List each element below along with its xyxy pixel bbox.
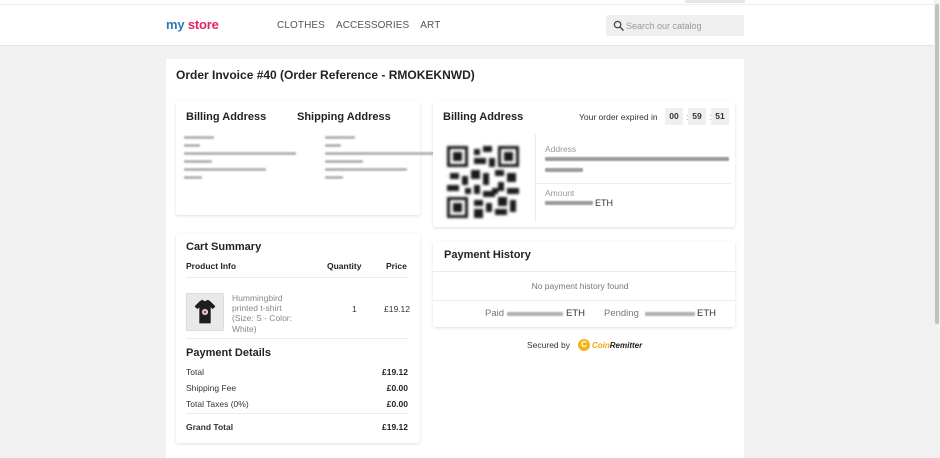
logo-part-store: store [187, 17, 219, 32]
pending-currency: ETH [697, 308, 716, 319]
tshirt-icon [194, 299, 216, 324]
brand-coin: Coin [592, 340, 610, 350]
product-name[interactable]: Hummingbird printed t-shirt (Size: S - C… [232, 293, 302, 334]
store-logo[interactable]: my store [166, 17, 219, 32]
nav-item-accessories[interactable]: ACCESSORIES [336, 20, 409, 31]
col-price: Price [386, 261, 407, 271]
address-card: Billing Address Shipping Address [176, 101, 439, 215]
coinremitter-logo[interactable]: C CoinRemitter [578, 339, 642, 351]
cart-item-divider [186, 338, 408, 339]
search-box [606, 15, 744, 36]
brand-remitter: Remitter [609, 340, 643, 350]
top-strip-tab [685, 0, 745, 3]
paid-currency: ETH [566, 308, 585, 319]
timer-hours: 00 [665, 108, 683, 125]
payment-history-title: Payment History [444, 249, 531, 261]
timer-label: Your order expired in [579, 112, 658, 122]
pending-label: Pending [604, 308, 639, 319]
shipping-address-lines [325, 136, 439, 184]
col-product-info: Product Info [186, 261, 237, 271]
page-scrollbar[interactable] [934, 0, 940, 458]
grand-total-divider [186, 413, 408, 414]
search-input[interactable] [626, 15, 740, 36]
address-label: Address [545, 144, 577, 154]
shipping-address-title: Shipping Address [297, 111, 391, 123]
history-divider-top [433, 271, 735, 272]
nav-item-art[interactable]: ART [420, 20, 440, 31]
billing-address-title: Billing Address [186, 111, 267, 123]
product-quantity: 1 [352, 304, 357, 314]
secured-by-label: Secured by [527, 340, 570, 350]
paid-currency-text: ETH [566, 308, 585, 319]
paid-amount-blurred [507, 312, 563, 316]
payment-card: Billing Address Your order expired in 00… [433, 101, 735, 227]
payment-history-card: Payment History No payment history found… [433, 241, 735, 327]
main-nav: CLOTHES ACCESSORIES ART [277, 20, 440, 31]
total-taxes-label: Total Taxes (0%) [186, 399, 249, 409]
paid-label: Paid [485, 308, 505, 319]
wallet-address-blurred [545, 157, 729, 161]
site-header: my store CLOTHES ACCESSORIES ART [0, 4, 940, 46]
col-quantity: Quantity [327, 261, 362, 271]
product-price: £19.12 [384, 304, 410, 314]
timer-minutes: 59 [688, 108, 706, 125]
payment-billing-title: Billing Address [443, 111, 524, 123]
wallet-address-blurred-2 [545, 168, 583, 172]
product-thumbnail[interactable] [186, 293, 224, 331]
pending-currency-text: ETH [697, 308, 716, 319]
invoice-container: Order Invoice #40 (Order Reference - RMO… [166, 59, 744, 458]
qr-code [447, 146, 519, 218]
coinremitter-icon: C [578, 339, 590, 351]
amount-value-blurred [545, 201, 593, 205]
grand-total-label: Grand Total [186, 422, 234, 432]
total-value: £19.12 [382, 367, 408, 377]
cart-header-divider [186, 277, 408, 278]
total-label: Total [186, 367, 204, 377]
total-taxes-value: £0.00 [386, 399, 408, 409]
payment-divider-vertical [535, 134, 536, 222]
cart-summary-title: Cart Summary [186, 241, 262, 253]
shipping-fee-value: £0.00 [386, 383, 408, 393]
payment-divider-horizontal [535, 183, 731, 184]
invoice-title: Order Invoice #40 (Order Reference - RMO… [176, 68, 475, 82]
no-history-message: No payment history found [531, 281, 629, 291]
payment-details-title: Payment Details [186, 347, 271, 359]
search-icon[interactable] [613, 20, 624, 31]
amount-label: Amount [545, 188, 575, 198]
pending-amount-blurred [645, 312, 695, 316]
billing-address-lines [184, 136, 296, 184]
coinremitter-wordmark: CoinRemitter [592, 341, 642, 350]
shipping-fee-label: Shipping Fee [186, 383, 237, 393]
grand-total-value: £19.12 [382, 422, 408, 432]
logo-part-my: my [166, 17, 185, 32]
nav-item-clothes[interactable]: CLOTHES [277, 20, 325, 31]
history-divider-bottom [433, 300, 735, 301]
cart-summary-card: Cart Summary Product Info Quantity Price… [176, 233, 420, 443]
amount-currency: ETH [595, 198, 613, 208]
scrollbar-thumb[interactable] [935, 4, 939, 324]
timer-seconds: 51 [711, 108, 729, 125]
